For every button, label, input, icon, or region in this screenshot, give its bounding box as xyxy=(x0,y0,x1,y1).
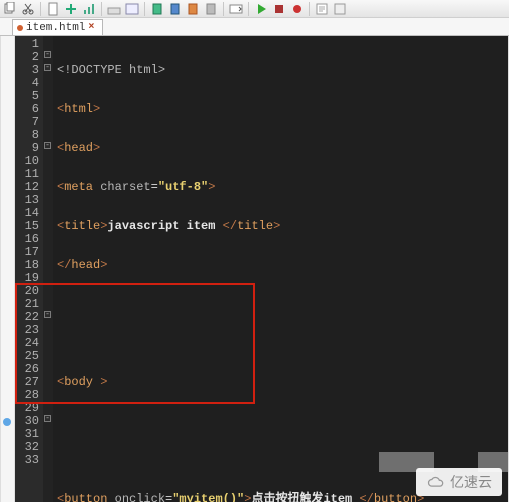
file-tab-item-html[interactable]: item.html × xyxy=(12,19,103,35)
close-tab-icon[interactable]: × xyxy=(88,24,96,32)
chart-icon[interactable] xyxy=(81,1,97,17)
watermark: 亿速云 xyxy=(416,468,502,496)
code-area[interactable]: <!DOCTYPE html> <html> <head> <meta char… xyxy=(53,36,508,502)
watermark-text: 亿速云 xyxy=(450,472,492,492)
file-icon[interactable] xyxy=(45,1,61,17)
note-icon[interactable] xyxy=(314,1,330,17)
line-number: 33 xyxy=(15,454,43,467)
stop-icon[interactable] xyxy=(271,1,287,17)
breakpoint-marker[interactable] xyxy=(3,418,11,426)
fold-toggle-icon[interactable]: - xyxy=(44,51,51,58)
scissors-icon[interactable] xyxy=(20,1,36,17)
book-gray-icon[interactable] xyxy=(203,1,219,17)
fold-toggle-icon[interactable]: - xyxy=(44,415,51,422)
dropdown-icon[interactable] xyxy=(228,1,244,17)
book-blue-icon[interactable] xyxy=(167,1,183,17)
play-icon[interactable] xyxy=(253,1,269,17)
breakpoint-margin[interactable] xyxy=(1,36,15,502)
group1-icon[interactable] xyxy=(106,1,122,17)
line-number-gutter: 1234567891011121314151617181920212223242… xyxy=(15,36,43,502)
book-orange-icon[interactable] xyxy=(185,1,201,17)
file-modified-dot-icon xyxy=(17,25,23,31)
record-icon[interactable] xyxy=(289,1,305,17)
file-tab-label: item.html xyxy=(26,22,85,34)
code-token: <!DOCTYPE html> xyxy=(57,63,165,77)
copy-icon[interactable] xyxy=(2,1,18,17)
group2-icon[interactable] xyxy=(124,1,140,17)
tag-icon[interactable] xyxy=(332,1,348,17)
fold-toggle-icon[interactable]: - xyxy=(44,311,51,318)
cloud-icon xyxy=(426,475,446,489)
app-toolbar xyxy=(0,0,509,18)
code-editor[interactable]: 1234567891011121314151617181920212223242… xyxy=(0,36,509,502)
plus-icon[interactable] xyxy=(63,1,79,17)
file-tab-bar: item.html × xyxy=(0,18,509,36)
fold-toggle-icon[interactable]: - xyxy=(44,142,51,149)
book-green-icon[interactable] xyxy=(149,1,165,17)
fold-toggle-icon[interactable]: - xyxy=(44,64,51,71)
fold-strip[interactable]: - - - - - xyxy=(43,36,53,502)
